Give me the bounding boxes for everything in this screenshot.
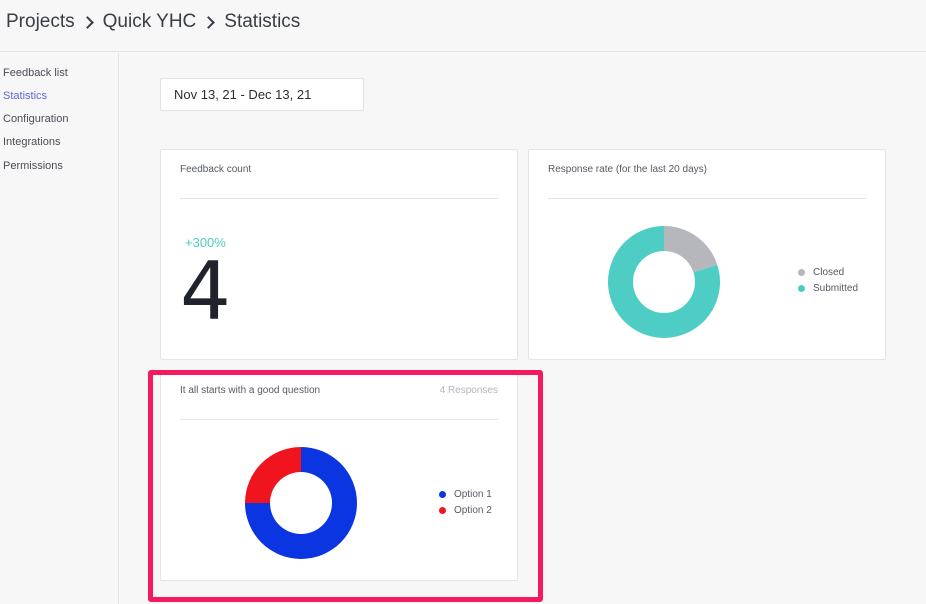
response-rate-donut-chart	[608, 226, 720, 338]
question-donut-chart	[245, 447, 357, 559]
legend-label: Option 1	[454, 488, 492, 500]
legend-dot	[798, 284, 805, 292]
date-range-picker[interactable]: Nov 13, 21 - Dec 13, 21	[160, 78, 364, 111]
divider	[548, 198, 866, 199]
divider	[180, 198, 498, 199]
legend-label: Submitted	[813, 282, 859, 294]
divider	[180, 419, 498, 420]
question-card: It all starts with a good question 4 Res…	[160, 370, 518, 581]
feedback-count-card: Feedback count +300% 4	[160, 149, 518, 360]
sidebar-item-integrations[interactable]: Integrations	[3, 136, 60, 148]
sidebar-item-statistics[interactable]: Statistics	[3, 90, 47, 102]
slice-option-2[interactable]	[245, 447, 301, 503]
breadcrumb: Projects Quick YHC Statistics	[6, 11, 300, 33]
page-header: Projects Quick YHC Statistics	[0, 0, 926, 52]
breadcrumb-project[interactable]: Quick YHC	[103, 11, 197, 33]
question-legend: Option 1 Option 2	[439, 486, 492, 518]
card-title: Feedback count	[180, 164, 252, 175]
legend-dot	[439, 506, 446, 514]
responses-count: 4 Responses	[439, 385, 498, 396]
sidebar-item-configuration[interactable]: Configuration	[3, 113, 68, 125]
sidebar-item-permissions[interactable]: Permissions	[3, 160, 63, 172]
feedback-count-value: 4	[180, 245, 231, 338]
sidebar: Feedback list Statistics Configuration I…	[0, 53, 119, 604]
card-title: It all starts with a good question	[180, 385, 321, 396]
card-title: Response rate (for the last 20 days)	[548, 164, 707, 175]
page-title: Statistics	[224, 11, 301, 32]
legend-dot	[439, 490, 446, 498]
legend-dot	[798, 268, 805, 276]
legend-label: Closed	[813, 266, 845, 278]
sidebar-item-feedback-list[interactable]: Feedback list	[3, 67, 68, 79]
response-rate-card: Response rate (for the last 20 days) Clo…	[528, 149, 886, 360]
legend-item-option-2: Option 2	[439, 502, 492, 518]
chevron-right-icon	[80, 15, 94, 29]
legend-item-submitted: Submitted	[798, 280, 858, 296]
breadcrumb-projects[interactable]: Projects	[6, 11, 75, 33]
chevron-right-icon	[202, 15, 216, 29]
slice-closed[interactable]	[664, 226, 718, 273]
legend-item-option-1: Option 1	[439, 486, 492, 502]
response-rate-legend: Closed Submitted	[798, 264, 858, 296]
legend-item-closed: Closed	[798, 264, 858, 280]
legend-label: Option 2	[454, 504, 492, 516]
